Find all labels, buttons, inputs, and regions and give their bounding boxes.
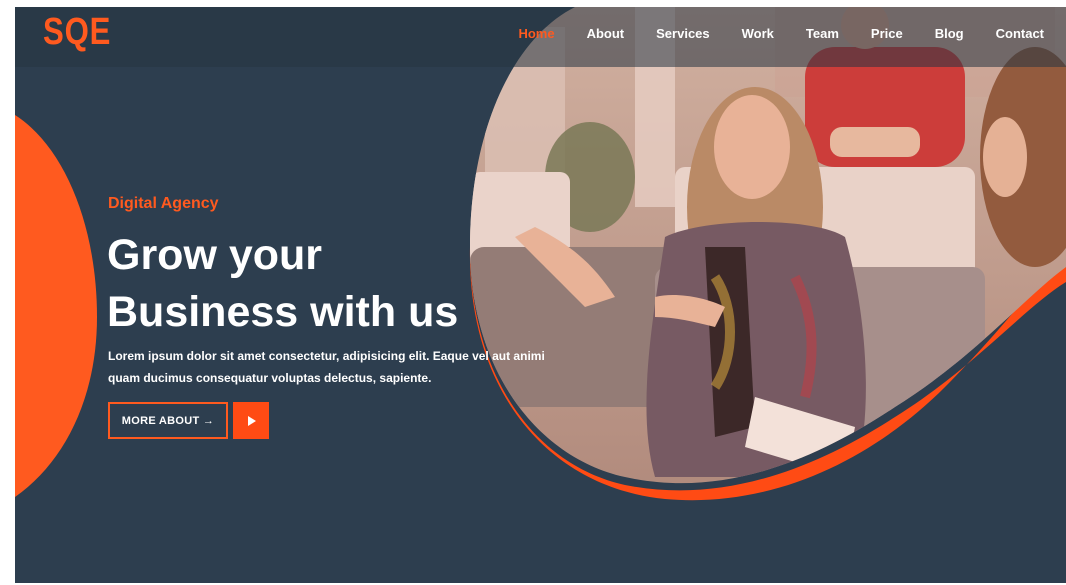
- nav-item-blog[interactable]: Blog: [919, 26, 980, 41]
- brand-logo[interactable]: SQE: [43, 11, 111, 54]
- hero-headline-line2: Business with us: [107, 288, 459, 336]
- hero-headline-line1: Grow your: [107, 231, 323, 279]
- hero-headline: Grow your Business with us: [107, 227, 458, 341]
- nav-item-price[interactable]: Price: [855, 26, 919, 41]
- hero-section: SQE Home About Services Work Team Price …: [15, 7, 1066, 583]
- nav-item-contact[interactable]: Contact: [980, 26, 1060, 41]
- hero-photo: [470, 7, 1066, 484]
- nav-item-services[interactable]: Services: [640, 26, 726, 41]
- left-orange-blob: [15, 115, 97, 497]
- play-icon: [248, 415, 256, 426]
- nav-item-team[interactable]: Team: [790, 26, 855, 41]
- play-video-button[interactable]: [233, 402, 269, 439]
- more-about-button[interactable]: MORE ABOUT →: [108, 402, 228, 439]
- nav-item-work[interactable]: Work: [726, 26, 790, 41]
- hero-eyebrow: Digital Agency: [108, 195, 219, 212]
- hero-description: Lorem ipsum dolor sit amet consectetur, …: [108, 349, 545, 385]
- nav-item-home[interactable]: Home: [502, 26, 570, 41]
- main-nav: Home About Services Work Team Price Blog…: [502, 26, 1060, 41]
- nav-item-about[interactable]: About: [571, 26, 641, 41]
